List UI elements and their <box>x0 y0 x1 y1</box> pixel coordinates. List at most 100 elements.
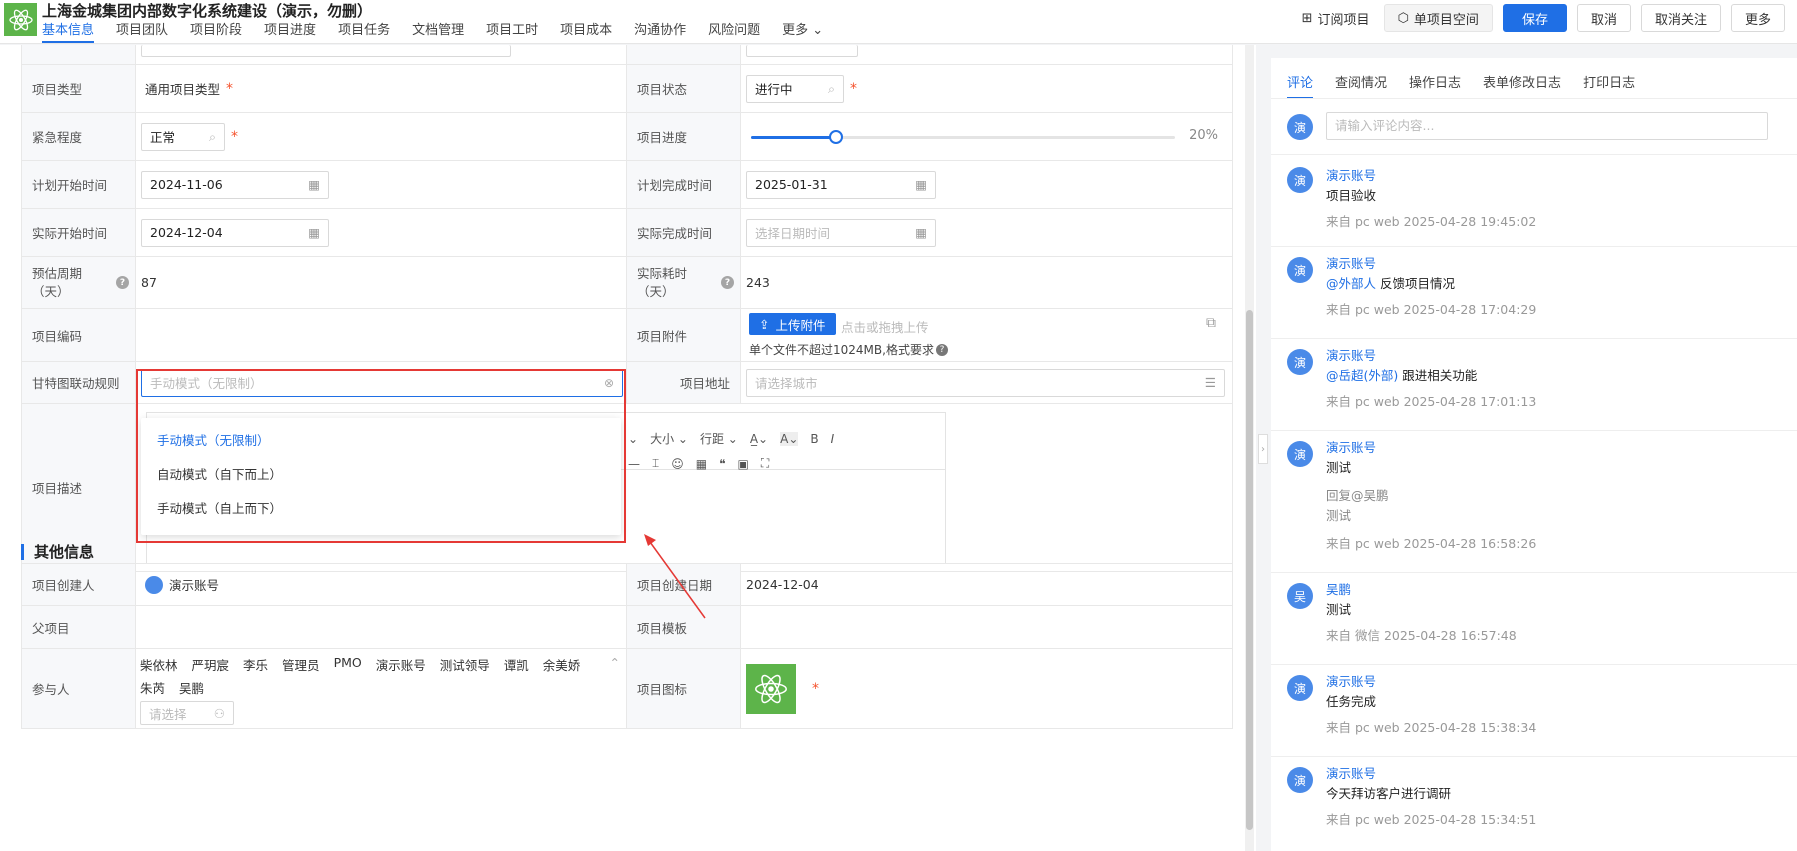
quote-icon[interactable]: ❝ <box>719 457 725 471</box>
tab-progress[interactable]: 项目进度 <box>264 21 316 43</box>
member-tag[interactable]: 管理员 <box>282 655 320 674</box>
tab-form-change-log[interactable]: 表单修改日志 <box>1483 72 1561 99</box>
panel-toggle-icon[interactable]: › <box>1258 434 1268 464</box>
comment-author[interactable]: 演示账号 <box>1326 763 1376 782</box>
actual-start-date-picker[interactable]: 2024-12-04 ▦ <box>141 218 329 247</box>
comment-author[interactable]: 演示账号 <box>1326 437 1376 456</box>
font-color-icon[interactable]: A̲⌄ <box>750 432 768 446</box>
table-icon[interactable]: ▦ <box>696 457 707 471</box>
plan-end-date-picker[interactable]: 2025-01-31 ▦ <box>746 170 936 199</box>
code-cell[interactable] <box>136 309 627 361</box>
actual-start-label: 实际开始时间 <box>22 209 136 256</box>
help-icon[interactable]: ? <box>935 343 948 356</box>
form-row-urgency: 紧急程度 正常 ⌕ * 项目进度 20% <box>21 113 1233 161</box>
chevron-down-icon[interactable]: ⌄ <box>628 432 638 446</box>
comment-mention[interactable]: @外部人 <box>1326 276 1376 291</box>
scrollbar-thumb[interactable] <box>1246 310 1253 830</box>
subscribe-button[interactable]: ⊞ 订阅项目 <box>1297 4 1374 32</box>
member-tag[interactable]: 吴鹏 <box>179 678 204 697</box>
plan-end-cell: 2025-01-31 ▦ <box>741 161 1232 208</box>
tab-risk[interactable]: 风险问题 <box>708 21 760 43</box>
member-tag[interactable]: 余美娇 <box>543 655 581 674</box>
member-tag[interactable]: 柴依林 <box>140 655 178 674</box>
comment-text: 今天拜访客户进行调研 <box>1326 786 1452 801</box>
project-space-button[interactable]: ⬡ 单项目空间 <box>1383 4 1493 32</box>
section-title-other: 其他信息 <box>21 544 94 560</box>
font-size-select[interactable]: 大小 ⌄ <box>650 430 688 447</box>
image-icon[interactable]: ▣ <box>738 457 749 471</box>
status-select[interactable]: 进行中 ⌕ <box>746 74 844 103</box>
comment-mention[interactable]: @岳超(外部) <box>1326 368 1398 383</box>
comment-author[interactable]: 演示账号 <box>1326 253 1376 272</box>
member-tag[interactable]: 严玥宸 <box>192 655 230 674</box>
save-button[interactable]: 保存 <box>1502 4 1567 32</box>
progress-slider-handle[interactable] <box>828 130 843 144</box>
plan-start-date-picker[interactable]: 2024-11-06 ▦ <box>141 170 329 199</box>
icon-cell: * <box>741 649 1232 728</box>
actual-start-value: 2024-12-04 <box>150 225 223 240</box>
comment-author[interactable]: 演示账号 <box>1326 345 1376 364</box>
more-button[interactable]: 更多 <box>1730 4 1785 32</box>
tab-views[interactable]: 查阅情况 <box>1335 72 1387 99</box>
main-scrollbar[interactable] <box>1245 45 1254 851</box>
member-tag[interactable]: 测试领导 <box>440 655 490 674</box>
tab-collab[interactable]: 沟通协作 <box>634 21 686 43</box>
created-date-cell: 2024-12-04 <box>741 564 1232 605</box>
comment-author[interactable]: 吴鹏 <box>1326 579 1351 598</box>
tab-cost[interactable]: 项目成本 <box>560 21 612 43</box>
hr-icon[interactable]: — <box>628 457 640 471</box>
member-tag[interactable]: 演示账号 <box>376 655 426 674</box>
copy-icon[interactable]: ⧉ <box>1206 315 1216 331</box>
line-height-select[interactable]: 行距 ⌄ <box>700 430 738 447</box>
gantt-label: 甘特图联动规则 <box>22 362 136 403</box>
page-break-icon[interactable]: ⌶ <box>652 456 659 471</box>
comment-author[interactable]: 演示账号 <box>1326 165 1376 184</box>
italic-button[interactable]: I <box>831 432 835 446</box>
actual-end-date-picker[interactable]: 选择日期时间 ▦ <box>746 218 936 247</box>
fullscreen-icon[interactable]: ⛶ <box>761 456 769 471</box>
template-cell[interactable] <box>741 606 1232 648</box>
cancel-button[interactable]: 取消 <box>1576 4 1631 32</box>
member-tag[interactable]: 谭凯 <box>504 655 529 674</box>
upload-button[interactable]: ⇪ 上传附件 <box>749 313 836 335</box>
tab-comments[interactable]: 评论 <box>1287 72 1314 99</box>
form-row-plan: 计划开始时间 2024-11-06 ▦ 计划完成时间 2025-01-31 ▦ <box>21 161 1233 209</box>
unfollow-button[interactable]: 取消关注 <box>1640 4 1721 32</box>
address-label: 项目地址 <box>627 362 741 403</box>
avatar: 演 <box>1287 114 1313 140</box>
comment-author[interactable]: 演示账号 <box>1326 671 1376 690</box>
list-filter-icon: ☰ <box>1204 375 1216 390</box>
emoji-icon[interactable]: ☺ <box>671 457 684 471</box>
member-tag[interactable]: 朱芮 <box>140 678 165 697</box>
collapse-icon[interactable]: ⌃ <box>610 655 620 670</box>
tab-more[interactable]: 更多 ⌄ <box>782 21 823 43</box>
parent-cell[interactable] <box>136 606 627 648</box>
tab-stages[interactable]: 项目阶段 <box>190 21 242 43</box>
member-tag[interactable]: 李乐 <box>243 655 268 674</box>
tab-basic-info[interactable]: 基本信息 <box>42 21 95 43</box>
calendar-icon: ▦ <box>308 177 320 192</box>
bold-button[interactable]: B <box>810 432 818 446</box>
tab-team[interactable]: 项目团队 <box>116 21 168 43</box>
form-row-cutoff <box>21 45 1233 65</box>
member-tag[interactable]: PMO <box>334 655 362 674</box>
urgency-select[interactable]: 正常 ⌕ <box>141 122 225 151</box>
comment-input[interactable]: 请输入评论内容... <box>1326 112 1768 140</box>
tab-documents[interactable]: 文档管理 <box>412 21 464 43</box>
project-icon-image[interactable] <box>746 663 796 714</box>
comment-text: 测试 <box>1326 602 1352 617</box>
tab-tasks[interactable]: 项目任务 <box>338 21 390 43</box>
actual-cost-label-1: 实际耗时 <box>637 265 688 281</box>
help-icon[interactable]: ? <box>721 276 734 289</box>
tabs-divider <box>1271 98 1797 99</box>
members-label: 参与人 <box>22 649 136 728</box>
tab-print-log[interactable]: 打印日志 <box>1583 72 1635 99</box>
highlight-icon[interactable]: A⌄ <box>780 431 799 446</box>
address-select[interactable]: 请选择城市 ☰ <box>746 368 1225 397</box>
tab-operation-log[interactable]: 操作日志 <box>1409 72 1461 99</box>
avatar: 演 <box>1287 257 1313 283</box>
members-select[interactable]: 请选择 ⚇ <box>140 701 234 725</box>
tab-hours[interactable]: 项目工时 <box>486 21 538 43</box>
form-row-type: 项目类型 通用项目类型 * 项目状态 进行中 ⌕ * <box>21 65 1233 113</box>
help-icon[interactable]: ? <box>116 276 129 289</box>
